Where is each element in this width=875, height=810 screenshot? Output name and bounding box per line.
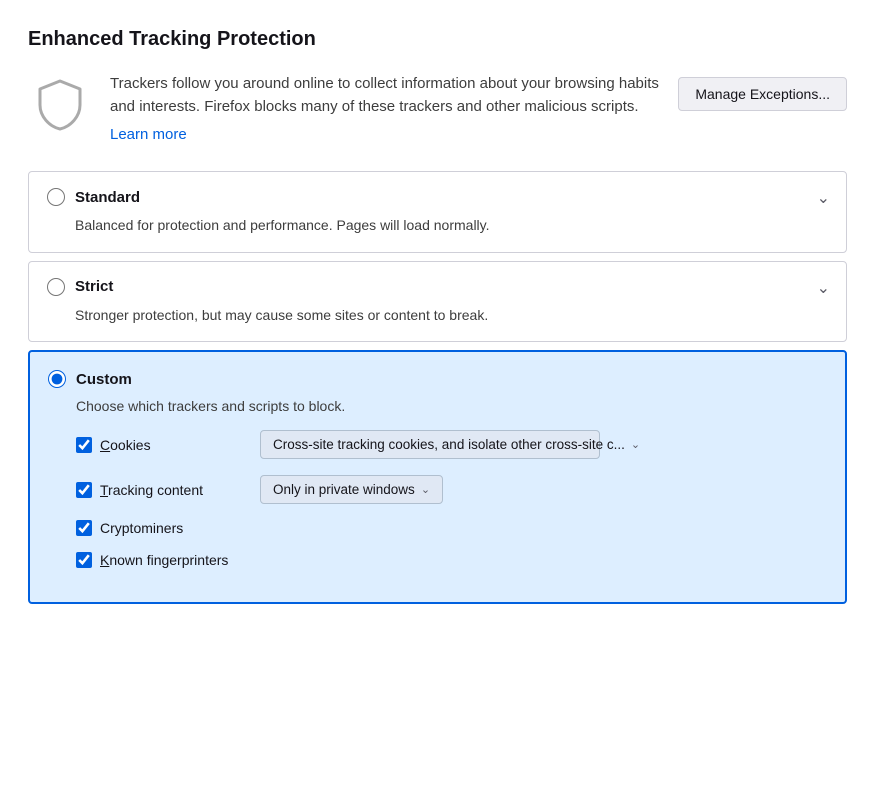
cryptominers-checkbox[interactable] — [76, 520, 92, 536]
tracking-content-text: Tracking content — [100, 482, 203, 498]
strict-option-description: Stronger protection, but may cause some … — [47, 306, 828, 326]
custom-option-card: Custom Choose which trackers and scripts… — [28, 350, 847, 604]
known-fingerprinters-text: Known fingerprinters — [100, 552, 228, 568]
page-title: Enhanced Tracking Protection — [28, 28, 847, 51]
intro-text: Trackers follow you around online to col… — [110, 73, 660, 143]
standard-option-description: Balanced for protection and performance.… — [47, 216, 828, 236]
custom-option-description: Choose which trackers and scripts to blo… — [48, 398, 827, 414]
chevron-down-icon: ⌄ — [817, 188, 830, 208]
standard-option-header: Standard — [47, 188, 828, 206]
strict-radio[interactable] — [47, 278, 65, 296]
known-fingerprinters-checkbox[interactable] — [76, 552, 92, 568]
cookies-label: Cookies — [76, 437, 236, 453]
known-fingerprinters-row: Known fingerprinters — [48, 552, 827, 568]
standard-option-card: Standard Balanced for protection and per… — [28, 171, 847, 253]
cookies-text: Cookies — [100, 437, 151, 453]
manage-exceptions-button[interactable]: Manage Exceptions... — [678, 77, 847, 111]
cookies-checkbox[interactable] — [76, 437, 92, 453]
learn-more-link[interactable]: Learn more — [110, 126, 187, 143]
chevron-down-icon-strict: ⌄ — [817, 278, 830, 298]
standard-radio[interactable] — [47, 188, 65, 206]
strict-option-label: Strict — [75, 278, 113, 295]
intro-description: Trackers follow you around online to col… — [110, 73, 660, 118]
shield-icon — [28, 73, 92, 137]
custom-option-header: Custom — [48, 370, 827, 388]
intro-section: Trackers follow you around online to col… — [28, 73, 847, 143]
cookies-dropdown-label: Cross-site tracking cookies, and isolate… — [273, 437, 625, 452]
custom-radio[interactable] — [48, 370, 66, 388]
strict-option-card: Strict Stronger protection, but may caus… — [28, 261, 847, 343]
tracking-content-row: Tracking content Only in private windows… — [48, 475, 827, 504]
strict-option-header: Strict — [47, 278, 828, 296]
tracking-content-dropdown-arrow: ⌄ — [421, 483, 430, 496]
standard-option-label: Standard — [75, 189, 140, 206]
cookies-dropdown-arrow: ⌄ — [631, 438, 640, 451]
tracking-content-label: Tracking content — [76, 482, 236, 498]
custom-option-label: Custom — [76, 371, 132, 388]
tracking-content-dropdown[interactable]: Only in private windows ⌄ — [260, 475, 443, 504]
tracking-content-checkbox[interactable] — [76, 482, 92, 498]
cryptominers-text: Cryptominers — [100, 520, 183, 536]
tracking-content-dropdown-label: Only in private windows — [273, 482, 415, 497]
cryptominers-row: Cryptominers — [48, 520, 827, 536]
cookies-row: Cookies Cross-site tracking cookies, and… — [48, 430, 827, 459]
cookies-dropdown[interactable]: Cross-site tracking cookies, and isolate… — [260, 430, 600, 459]
